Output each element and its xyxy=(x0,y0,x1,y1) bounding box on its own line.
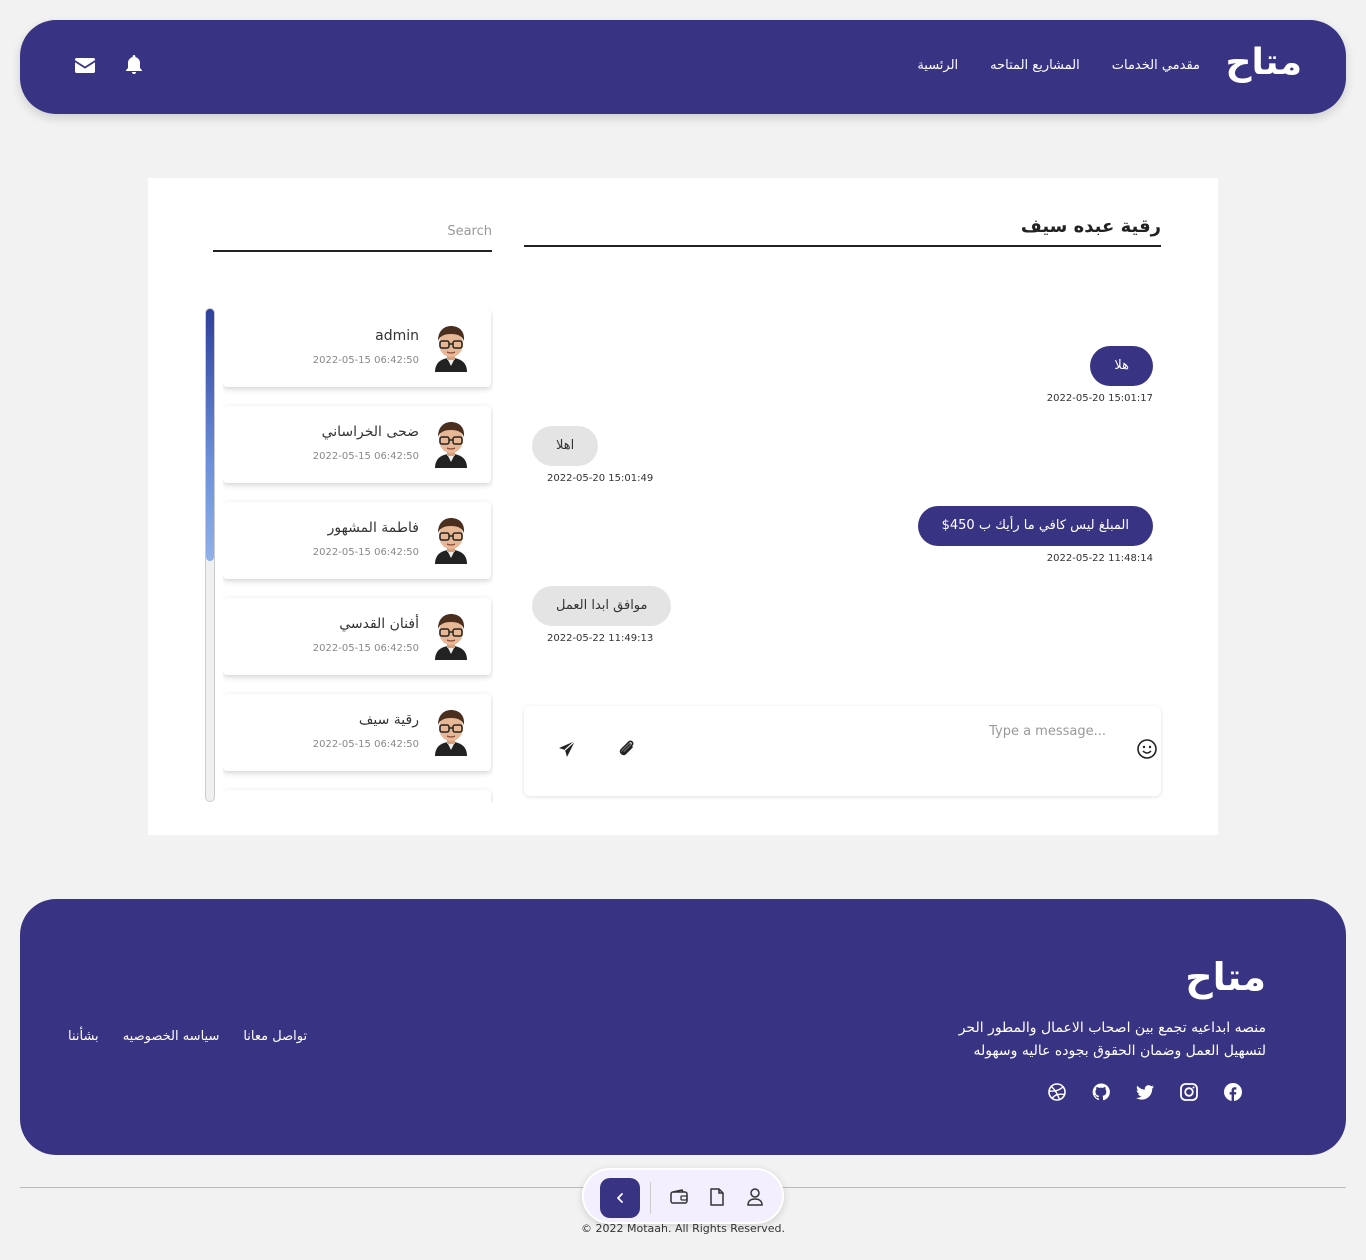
contact-item[interactable]: ضحى الخراساني 2022-05-15 06:42:50 xyxy=(223,406,491,483)
message-bubble-sent: المبلغ ليس كافي ما رأيك ب 450$ xyxy=(917,506,1153,546)
contact-name: admin xyxy=(375,328,419,344)
contacts-list: admin 2022-05-15 06:42:50 ضحى الخراساني … xyxy=(223,310,493,802)
bell-icon[interactable] xyxy=(123,54,145,76)
footer-link-about[interactable]: بشأننا xyxy=(68,1029,99,1044)
mail-icon[interactable] xyxy=(74,54,96,76)
instagram-icon[interactable] xyxy=(1178,1081,1200,1103)
dock-separator xyxy=(650,1182,651,1214)
message-bubble-received: موافق ابدا العمل xyxy=(532,586,672,626)
site-footer: متاح منصه ابداعيه تجمع بين اصحاب الاعمال… xyxy=(20,899,1346,1155)
message-time: 2022-05-22 11:48:14 xyxy=(1046,553,1153,564)
contacts-scrollbar[interactable] xyxy=(205,308,215,802)
github-icon[interactable] xyxy=(1090,1081,1112,1103)
avatar xyxy=(435,422,467,468)
nav-home[interactable]: الرئسية xyxy=(917,58,958,73)
message-time: 2022-05-20 15:01:17 xyxy=(1046,393,1153,404)
dribbble-icon[interactable] xyxy=(1046,1081,1068,1103)
footer-description: منصه ابداعيه تجمع بين اصحاب الاعمال والم… xyxy=(846,1017,1266,1063)
social-links xyxy=(1046,1081,1244,1103)
contact-time: 2022-05-15 06:42:50 xyxy=(312,355,419,366)
message-composer xyxy=(524,706,1161,796)
contact-time: 2022-05-15 06:42:50 xyxy=(312,643,419,654)
footer-links: بشأننا سياسه الخصوصيه تواصل معانا xyxy=(68,1029,307,1044)
contact-item-partial[interactable] xyxy=(223,790,491,802)
send-icon[interactable] xyxy=(556,738,578,760)
footer-logo: متاح xyxy=(1185,955,1266,999)
footer-link-contact[interactable]: تواصل معانا xyxy=(243,1029,307,1044)
title-underline xyxy=(524,245,1161,247)
chat-card: رقية عبده سيف admin 2022-05-15 06:42:50 … xyxy=(148,178,1218,835)
site-logo[interactable]: متاح xyxy=(1226,42,1302,83)
contact-name: رقية سيف xyxy=(358,712,419,728)
message-bubble-sent: هلا xyxy=(1090,346,1153,386)
avatar xyxy=(435,326,467,372)
site-header: متاح الرئسية المشاريع المتاحه مقدمي الخد… xyxy=(20,20,1346,114)
contact-name: فاطمة المشهور xyxy=(327,520,419,536)
facebook-icon[interactable] xyxy=(1222,1081,1244,1103)
scrollbar-thumb[interactable] xyxy=(206,309,214,561)
main-nav: الرئسية المشاريع المتاحه مقدمي الخدمات xyxy=(917,58,1200,73)
nav-providers[interactable]: مقدمي الخدمات xyxy=(1112,58,1200,73)
emoji-icon[interactable] xyxy=(1136,738,1158,760)
avatar xyxy=(435,710,467,756)
search-input[interactable] xyxy=(213,218,492,252)
message-bubble-received: اهلا xyxy=(532,426,599,466)
contact-item[interactable]: أفنان القدسي 2022-05-15 06:42:50 xyxy=(223,598,491,675)
contact-time: 2022-05-15 06:42:50 xyxy=(312,451,419,462)
footer-description-line: لتسهيل العمل وضمان الحقوق بجوده عاليه وس… xyxy=(973,1043,1266,1059)
nav-projects[interactable]: المشاريع المتاحه xyxy=(990,58,1080,73)
contact-item[interactable]: admin 2022-05-15 06:42:50 xyxy=(223,310,491,387)
avatar xyxy=(435,518,467,564)
contact-item[interactable]: فاطمة المشهور 2022-05-15 06:42:50 xyxy=(223,502,491,579)
wallet-icon[interactable] xyxy=(668,1186,690,1208)
user-icon[interactable] xyxy=(744,1186,766,1208)
message-time: 2022-05-22 11:49:13 xyxy=(547,633,654,644)
footer-link-privacy[interactable]: سياسه الخصوصيه xyxy=(123,1029,220,1044)
message-input[interactable] xyxy=(806,724,1106,739)
contact-name: أفنان القدسي xyxy=(339,616,419,632)
message-time: 2022-05-20 15:01:49 xyxy=(547,473,654,484)
attach-icon[interactable] xyxy=(616,738,638,760)
bottom-dock xyxy=(582,1168,784,1224)
contact-name: ضحى الخراساني xyxy=(321,424,419,440)
back-chevron-icon[interactable] xyxy=(600,1178,640,1218)
chat-title: رقية عبده سيف xyxy=(1020,216,1161,237)
twitter-icon[interactable] xyxy=(1134,1081,1156,1103)
contact-time: 2022-05-15 06:42:50 xyxy=(312,739,419,750)
footer-description-line: منصه ابداعيه تجمع بين اصحاب الاعمال والم… xyxy=(958,1020,1266,1036)
contact-time: 2022-05-15 06:42:50 xyxy=(312,547,419,558)
copyright-text: © 2022 Motaah. All Rights Reserved. xyxy=(581,1222,785,1235)
file-icon[interactable] xyxy=(706,1186,728,1208)
contact-item[interactable]: رقية سيف 2022-05-15 06:42:50 xyxy=(223,694,491,771)
avatar xyxy=(435,614,467,660)
